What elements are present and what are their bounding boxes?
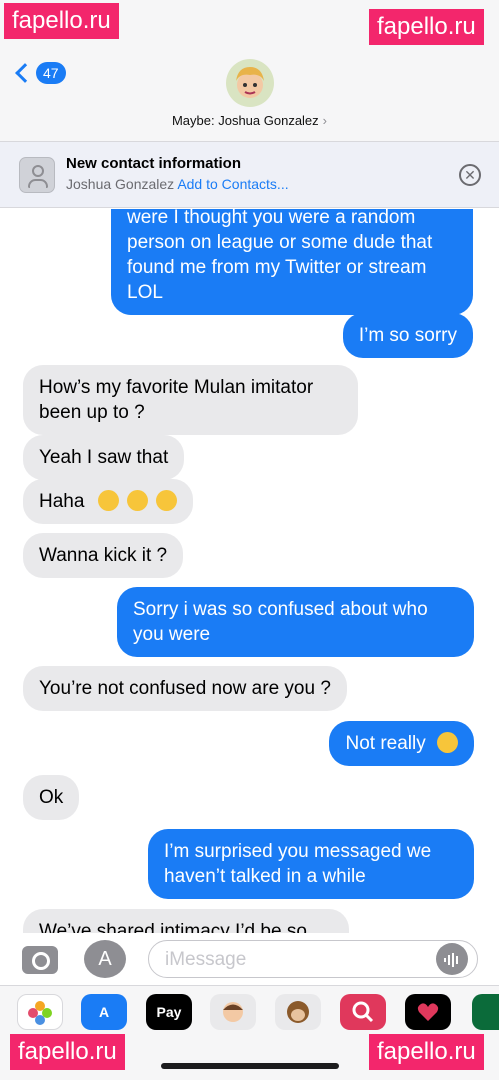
message-bubble-received[interactable]: We’ve shared intimacy I’d be so <box>23 909 349 933</box>
banner-contact-name: Joshua Gonzalez <box>66 176 175 192</box>
back-button[interactable]: 47 <box>12 62 66 84</box>
close-icon[interactable]: ✕ <box>459 164 481 186</box>
message-input[interactable]: iMessage <box>148 940 478 978</box>
message-bubble-received[interactable]: Haha <box>23 479 194 524</box>
message-text: Ok <box>39 787 64 808</box>
message-text: We’ve shared intimacy I’d be so <box>39 921 307 933</box>
message-bubble-received[interactable]: Yeah I saw that <box>23 435 185 480</box>
watermark: fapello.ru <box>369 1034 484 1070</box>
monkey-emoji-app-icon[interactable] <box>275 994 321 1030</box>
chevron-right-icon: › <box>322 113 328 128</box>
apple-pay-app-icon[interactable]: Pay <box>146 994 192 1030</box>
message-bubble-received[interactable]: Ok <box>23 775 80 820</box>
contact-name-link[interactable]: Maybe: Joshua Gonzalez › <box>0 113 499 128</box>
watermark: fapello.ru <box>369 9 484 45</box>
message-thread[interactable]: were I thought you were a random person … <box>0 209 499 933</box>
heart-eyes-emoji <box>126 490 148 511</box>
message-text: Not really <box>345 733 426 754</box>
message-bubble-sent[interactable]: I’m surprised you messaged we haven’t ta… <box>148 829 474 899</box>
message-text: I’m surprised you messaged we haven’t ta… <box>164 841 432 887</box>
audio-message-icon[interactable] <box>436 943 468 975</box>
tears-of-joy-emoji <box>437 732 458 753</box>
contact-avatar[interactable] <box>226 59 274 107</box>
winking-face-emoji <box>156 490 178 511</box>
banner-title: New contact information <box>66 155 242 172</box>
photos-app-icon[interactable] <box>17 994 63 1030</box>
watermark: fapello.ru <box>4 3 119 39</box>
message-text: Wanna kick it ? <box>39 545 168 566</box>
message-text: You’re not confused now are you ? <box>39 678 331 699</box>
message-bubble-sent[interactable]: were I thought you were a random person … <box>111 209 473 315</box>
watermark: fapello.ru <box>10 1034 125 1070</box>
app-store-app-icon[interactable]: A <box>81 994 127 1030</box>
message-bubble-received[interactable]: You’re not confused now are you ? <box>23 666 347 711</box>
kissing-face-emoji <box>97 490 119 511</box>
starbucks-app-icon[interactable] <box>472 994 499 1030</box>
camera-icon[interactable] <box>22 946 58 974</box>
message-text: were I thought you were a random person … <box>127 209 433 303</box>
message-bubble-received[interactable]: Wanna kick it ? <box>23 533 184 578</box>
web-search-app-icon[interactable] <box>340 994 386 1030</box>
message-bubble-sent[interactable]: Not really <box>329 721 474 766</box>
message-text: How’s my favorite Mulan imitator been up… <box>39 377 314 423</box>
contacts-icon <box>19 157 55 193</box>
message-text: I’m so sorry <box>358 325 457 346</box>
chevron-left-icon <box>15 63 35 83</box>
add-to-contacts-link[interactable]: Add to Contacts... <box>177 176 288 192</box>
contact-name-text: Maybe: Joshua Gonzalez <box>171 113 319 128</box>
message-text: Sorry i was so confused about who you we… <box>133 599 428 645</box>
digital-touch-app-icon[interactable] <box>405 994 451 1030</box>
banner-subtitle: Joshua Gonzalez Add to Contacts... <box>66 176 289 192</box>
unread-count-badge: 47 <box>36 62 66 84</box>
memoji-app-icon[interactable] <box>210 994 256 1030</box>
new-contact-banner <box>0 142 499 208</box>
message-bubble-sent[interactable]: I’m so sorry <box>342 313 473 358</box>
message-text: Yeah I saw that <box>39 447 169 468</box>
home-indicator <box>161 1063 339 1069</box>
message-bubble-sent[interactable]: Sorry i was so confused about who you we… <box>117 587 474 657</box>
app-store-icon[interactable]: A <box>84 940 126 978</box>
message-bubble-received[interactable]: How’s my favorite Mulan imitator been up… <box>23 365 358 435</box>
message-text: Haha <box>39 491 85 512</box>
